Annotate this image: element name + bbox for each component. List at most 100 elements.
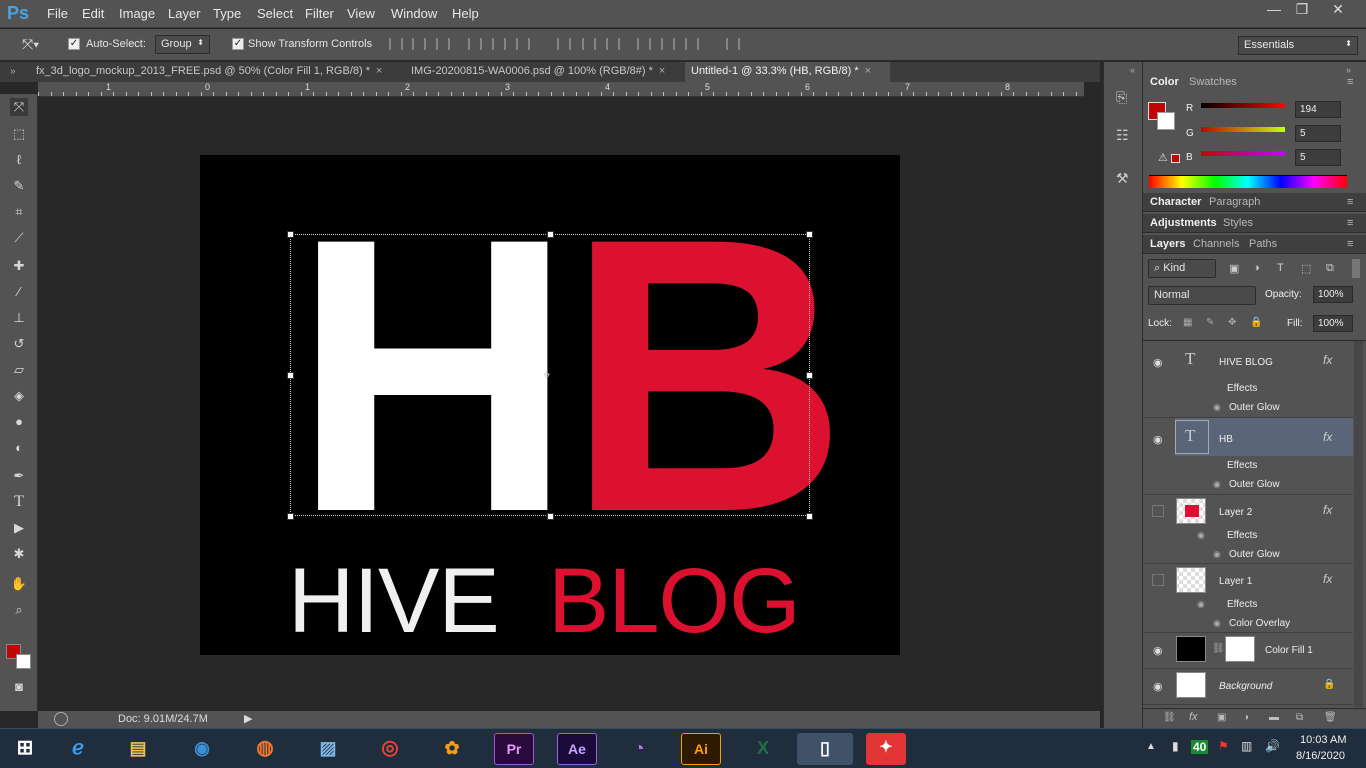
tab-layers[interactable]: Layers <box>1150 238 1185 250</box>
distribute-hcenter-icon[interactable] <box>661 38 675 50</box>
tray-expand-icon[interactable]: ▲ <box>1146 741 1156 752</box>
tab-paragraph[interactable]: Paragraph <box>1209 196 1260 208</box>
distribute-top-icon[interactable] <box>557 38 571 50</box>
marquee-tool-icon[interactable]: ⬚ <box>10 125 28 143</box>
status-menu-icon[interactable] <box>54 712 68 726</box>
chrome-icon[interactable]: ◎ <box>370 733 410 765</box>
visibility-off-box[interactable] <box>1152 574 1164 586</box>
pen-tool-icon[interactable]: ✒ <box>10 467 28 485</box>
layer-row-background[interactable]: ◉ Background 🔒 <box>1143 669 1353 705</box>
internet-explorer-icon[interactable]: ℯ <box>58 733 98 765</box>
uc-browser-icon[interactable]: ✿ <box>432 733 472 765</box>
eyedropper-tool-icon[interactable]: ⟋ <box>10 229 28 247</box>
color-background-swatch[interactable] <box>1157 112 1175 130</box>
layer-name[interactable]: Layer 1 <box>1219 576 1252 587</box>
visibility-off-box[interactable] <box>1152 505 1164 517</box>
layer-row-layer-1[interactable]: Layer 1 fx ◉ Effects ◉ Color Overlay <box>1143 564 1353 633</box>
lasso-tool-icon[interactable]: ℓ <box>10 151 28 169</box>
layer-row-layer-2[interactable]: Layer 2 fx ◉ Effects ◉ Outer Glow <box>1143 495 1353 564</box>
panel-menu-icon[interactable]: ≡ <box>1347 76 1353 88</box>
tray-badge[interactable]: 40 <box>1191 740 1209 754</box>
canvas-text-hive[interactable]: HIVE <box>288 555 500 647</box>
red-slider[interactable] <box>1201 103 1285 108</box>
crop-tool-icon[interactable]: ⌗ <box>10 203 28 221</box>
align-bottom-icon[interactable] <box>436 38 450 50</box>
auto-select-checkbox[interactable]: ✓ <box>68 38 80 50</box>
tab-img-wa0006[interactable]: IMG-20200815-WA0006.psd @ 100% (RGB/8#) … <box>405 62 683 82</box>
tool-presets-icon[interactable]: ⚒ <box>1116 170 1129 187</box>
clock-time[interactable]: 10:03 AM <box>1300 734 1346 746</box>
new-adjustment-icon[interactable]: ◑ <box>1243 712 1249 723</box>
effect-eye-icon[interactable]: ◉ <box>1213 618 1221 629</box>
premiere-pro-icon[interactable]: Pr <box>494 733 534 765</box>
volume-icon[interactable]: 🔊 <box>1265 739 1280 753</box>
layer-filter-kind-dropdown[interactable]: ⌕ Kind <box>1148 259 1216 278</box>
filter-adjustment-icon[interactable]: ◑ <box>1253 262 1260 274</box>
hand-tool-icon[interactable]: ✋ <box>10 575 28 593</box>
align-right-icon[interactable] <box>516 38 530 50</box>
menu-edit[interactable]: Edit <box>82 6 104 21</box>
lock-image-icon[interactable]: ✎ <box>1206 317 1214 328</box>
move-tool-icon[interactable]: ⤧ <box>10 98 28 116</box>
history-panel-icon[interactable]: ⎘ <box>1116 89 1127 106</box>
visibility-eye-icon[interactable]: ◉ <box>1153 356 1163 369</box>
tab-fx-logo-mockup[interactable]: fx_3d_logo_mockup_2013_FREE.psd @ 50% (C… <box>30 62 402 82</box>
menu-filter[interactable]: Filter <box>305 6 334 21</box>
firefox-icon[interactable]: ◍ <box>245 733 285 765</box>
link-layers-icon[interactable]: ⛓ <box>1163 712 1176 723</box>
media-encoder-icon[interactable]: ◔ <box>619 733 659 765</box>
new-layer-icon[interactable]: ⧉ <box>1296 712 1303 723</box>
tab-channels[interactable]: Channels <box>1193 238 1239 250</box>
network-icon[interactable]: ▥ <box>1241 739 1252 753</box>
filter-pixel-icon[interactable]: ▣ <box>1229 262 1239 275</box>
tab-styles[interactable]: Styles <box>1223 217 1253 229</box>
paint-bucket-tool-icon[interactable]: ◈ <box>10 387 28 405</box>
file-explorer-icon[interactable]: ▤ <box>118 733 158 765</box>
photo-viewer-icon[interactable]: ▨ <box>308 733 348 765</box>
effects-eye-icon[interactable]: ◉ <box>1197 599 1205 610</box>
visibility-eye-icon[interactable]: ◉ <box>1153 644 1163 657</box>
green-slider[interactable] <box>1201 127 1285 132</box>
gamut-swatch[interactable] <box>1171 154 1180 163</box>
distribute-bottom-icon[interactable] <box>606 38 620 50</box>
eraser-tool-icon[interactable]: ▱ <box>10 361 28 379</box>
transform-handle[interactable] <box>547 231 554 238</box>
move-tool-preset-icon[interactable]: ⤧▾ <box>22 36 39 53</box>
clock-date[interactable]: 8/16/2020 <box>1296 750 1345 762</box>
transform-center-icon[interactable]: ⌖ <box>543 367 550 383</box>
fx-icon[interactable]: fx <box>1323 572 1332 586</box>
tab-swatches[interactable]: Swatches <box>1189 76 1237 88</box>
healing-brush-tool-icon[interactable]: ✚ <box>10 257 28 275</box>
transform-handle[interactable] <box>287 513 294 520</box>
fx-icon[interactable]: fx <box>1323 353 1332 367</box>
menu-layer[interactable]: Layer <box>168 6 201 21</box>
fill-field[interactable]: 100% <box>1313 315 1353 332</box>
tab-character[interactable]: Character <box>1150 196 1201 208</box>
layer-name[interactable]: Color Fill 1 <box>1265 645 1313 656</box>
filter-smart-object-icon[interactable]: ⧉ <box>1326 262 1334 275</box>
align-left-icon[interactable] <box>468 38 482 50</box>
transform-handle[interactable] <box>806 513 813 520</box>
lock-all-icon[interactable]: 🔒 <box>1250 317 1262 328</box>
visibility-eye-icon[interactable]: ◉ <box>1153 433 1163 446</box>
filter-type-icon[interactable]: T <box>1277 262 1284 274</box>
tab-adjustments[interactable]: Adjustments <box>1150 217 1217 229</box>
filter-shape-icon[interactable]: ⬚ <box>1301 262 1311 275</box>
background-color-swatch[interactable] <box>16 654 31 669</box>
blend-mode-dropdown[interactable]: Normal <box>1148 286 1256 305</box>
path-select-tool-icon[interactable]: ▶ <box>10 519 28 537</box>
menu-help[interactable]: Help <box>452 6 479 21</box>
workspace-dropdown[interactable]: Essentials ⬍ <box>1238 36 1358 55</box>
panel-menu-icon[interactable]: ≡ <box>1347 238 1353 250</box>
layer-name[interactable]: HB <box>1219 434 1233 445</box>
visibility-eye-icon[interactable]: ◉ <box>1153 680 1163 693</box>
quick-mask-icon[interactable]: ◙ <box>10 678 28 696</box>
add-mask-icon[interactable]: ▣ <box>1217 712 1226 723</box>
blue-value-field[interactable]: 5 <box>1295 149 1341 166</box>
delete-layer-icon[interactable]: 🗑 <box>1324 712 1337 723</box>
distribute-right-icon[interactable] <box>685 38 699 50</box>
custom-shape-tool-icon[interactable]: ✱ <box>10 545 28 563</box>
history-brush-tool-icon[interactable]: ↺ <box>10 335 28 353</box>
canvas-text-blog[interactable]: BLOG <box>548 555 801 647</box>
menu-select[interactable]: Select <box>257 6 293 21</box>
